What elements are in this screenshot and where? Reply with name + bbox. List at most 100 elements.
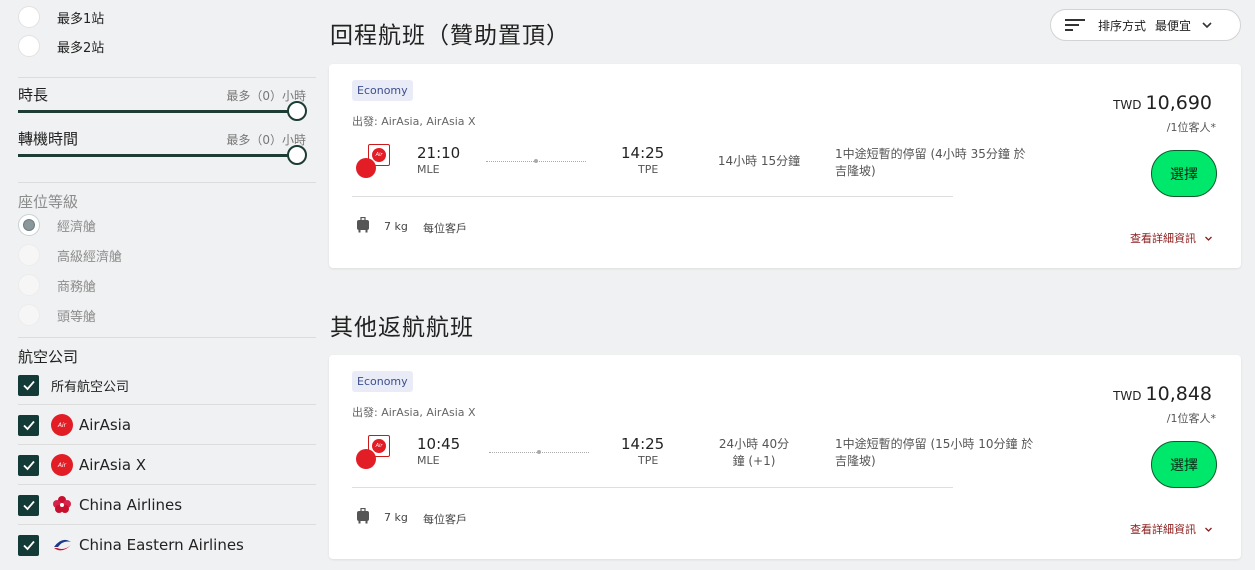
divider bbox=[18, 444, 316, 445]
divider bbox=[18, 182, 316, 183]
duration-line: 鐘 (+1) bbox=[732, 454, 776, 468]
baggage-weight: 7 kg bbox=[384, 511, 408, 524]
departure-time: 21:10 bbox=[417, 144, 461, 162]
carry-on-bag-icon bbox=[357, 508, 369, 524]
cabin-option-label: 經濟艙 bbox=[57, 219, 97, 235]
stopover-info: 1中途短暫的停留 (15小時 10分鐘 於 吉隆坡) bbox=[835, 436, 1045, 470]
radio-button-selected[interactable] bbox=[18, 214, 40, 236]
china-eastern-logo-icon bbox=[51, 534, 73, 556]
duration-slider-track[interactable] bbox=[18, 110, 298, 113]
divider bbox=[18, 404, 316, 405]
airasia-logo-icon: Air bbox=[51, 454, 73, 476]
airline-filter-china-airlines[interactable]: China Airlines bbox=[18, 494, 182, 516]
divider bbox=[352, 487, 953, 488]
arrival-airport: TPE bbox=[638, 163, 659, 176]
airline-filter-label: AirAsia bbox=[79, 416, 132, 434]
cabin-badge: Economy bbox=[352, 371, 413, 392]
arrival-time: 14:25 bbox=[621, 435, 665, 453]
route-line bbox=[489, 450, 589, 454]
stopover-line: 1中途短暫的停留 (15小時 10分鐘 於 bbox=[835, 437, 1034, 451]
layover-slider-track[interactable] bbox=[18, 154, 298, 157]
airline-filter-label: 所有航空公司 bbox=[51, 379, 130, 395]
cabin-option-label: 商務艙 bbox=[57, 279, 97, 295]
arrival-airport: TPE bbox=[638, 454, 659, 467]
divider bbox=[18, 77, 316, 78]
checkmark-icon bbox=[22, 540, 35, 551]
radio-button[interactable] bbox=[18, 244, 40, 266]
cabin-option-first[interactable]: 頭等艙 bbox=[18, 303, 96, 327]
select-flight-button[interactable]: 選擇 bbox=[1151, 150, 1217, 197]
airline-filter-label: China Eastern Airlines bbox=[79, 536, 244, 554]
stopover-line: 1中途短暫的停留 (4小時 35分鐘 於 bbox=[835, 147, 1026, 161]
airasia-logo-icon: Air bbox=[356, 435, 390, 469]
svg-text:Air: Air bbox=[57, 422, 67, 429]
chevron-down-icon bbox=[1205, 236, 1212, 241]
arrival-time: 14:25 bbox=[621, 144, 665, 162]
sponsored-section-title: 回程航班（贊助置頂） bbox=[330, 23, 570, 49]
airline-filter-china-eastern[interactable]: China Eastern Airlines bbox=[18, 534, 244, 556]
checkmark-icon bbox=[22, 460, 35, 471]
cabin-option-premium-economy[interactable]: 高級經濟艙 bbox=[18, 243, 122, 267]
airline-filter-all[interactable]: 所有航空公司 bbox=[18, 374, 129, 396]
duration-slider-handle[interactable] bbox=[287, 101, 307, 121]
china-airlines-logo-icon bbox=[51, 494, 73, 516]
sort-dropdown[interactable]: 排序方式 最便宜 bbox=[1050, 9, 1241, 41]
divider bbox=[18, 484, 316, 485]
select-flight-button[interactable]: 選擇 bbox=[1151, 441, 1217, 488]
price-currency: TWD bbox=[1113, 389, 1142, 403]
checkbox-checked[interactable] bbox=[18, 494, 39, 516]
flight-duration: 14小時 15分鐘 bbox=[714, 153, 804, 170]
departure-time: 10:45 bbox=[417, 435, 461, 453]
divider bbox=[18, 337, 316, 338]
chevron-down-icon bbox=[1205, 527, 1212, 532]
view-details-link[interactable]: 查看詳細資訊 bbox=[1130, 230, 1213, 246]
airline-filter-airasia[interactable]: Air AirAsia bbox=[18, 414, 131, 436]
price: TWD 10,690 bbox=[1113, 92, 1212, 114]
airline-filter-label: China Airlines bbox=[79, 496, 183, 514]
filter-sidebar: 最多1站 最多2站 時長 最多（0）小時 轉機時間 最多（0）小時 座位等級 經… bbox=[0, 0, 318, 570]
baggage-note: 每位客戶 bbox=[423, 513, 467, 526]
airline-filter-airasia-x[interactable]: Air AirAsia X bbox=[18, 454, 146, 476]
price-value: 10,848 bbox=[1145, 383, 1212, 405]
airasia-logo-icon: Air bbox=[51, 414, 73, 436]
checkbox-checked[interactable] bbox=[18, 534, 39, 556]
flight-duration: 24小時 40分 鐘 (+1) bbox=[709, 436, 799, 470]
radio-button[interactable] bbox=[18, 274, 40, 296]
stopover-info: 1中途短暫的停留 (4小時 35分鐘 於 吉隆坡) bbox=[835, 146, 1035, 180]
baggage-note: 每位客戶 bbox=[423, 222, 467, 235]
checkmark-icon bbox=[22, 420, 35, 431]
flight-card: Economy 出發: AirAsia, AirAsia X Air 10:45… bbox=[329, 355, 1241, 559]
radio-button[interactable] bbox=[18, 35, 40, 57]
airlines-title: 航空公司 bbox=[18, 348, 79, 366]
radio-button[interactable] bbox=[18, 304, 40, 326]
stops-option-label: 最多1站 bbox=[57, 11, 105, 27]
departure-airport: MLE bbox=[417, 163, 440, 176]
checkbox-checked[interactable] bbox=[18, 414, 39, 436]
other-section-title: 其他返航航班 bbox=[330, 315, 474, 341]
cabin-option-label: 頭等艙 bbox=[57, 309, 97, 325]
divider bbox=[18, 524, 316, 525]
cabin-option-label: 高級經濟艙 bbox=[57, 249, 123, 265]
airasia-logo-icon: Air bbox=[356, 144, 390, 178]
stops-option-1[interactable]: 最多1站 bbox=[18, 5, 104, 29]
cabin-option-economy[interactable]: 經濟艙 bbox=[18, 213, 96, 237]
price: TWD 10,848 bbox=[1113, 383, 1212, 405]
radio-button[interactable] bbox=[18, 6, 40, 28]
departure-airlines: 出發: AirAsia, AirAsia X bbox=[352, 115, 476, 128]
checkmark-icon bbox=[22, 500, 35, 511]
checkbox-checked[interactable] bbox=[18, 454, 39, 476]
checkbox-checked[interactable] bbox=[18, 374, 39, 396]
view-details-label: 查看詳細資訊 bbox=[1130, 232, 1196, 245]
flight-card: Economy 出發: AirAsia, AirAsia X Air 21:10… bbox=[329, 64, 1241, 268]
layover-slider-handle[interactable] bbox=[287, 145, 307, 165]
stops-option-2[interactable]: 最多2站 bbox=[18, 34, 104, 58]
chevron-down-icon bbox=[1202, 22, 1212, 29]
baggage-weight: 7 kg bbox=[384, 220, 408, 233]
view-details-link[interactable]: 查看詳細資訊 bbox=[1130, 521, 1213, 537]
sort-icon bbox=[1065, 18, 1085, 32]
checkmark-icon bbox=[22, 380, 35, 391]
cabin-option-business[interactable]: 商務艙 bbox=[18, 273, 96, 297]
duration-title: 時長 bbox=[18, 86, 49, 104]
layover-title: 轉機時間 bbox=[18, 130, 79, 148]
stopover-line: 吉隆坡) bbox=[835, 164, 876, 178]
